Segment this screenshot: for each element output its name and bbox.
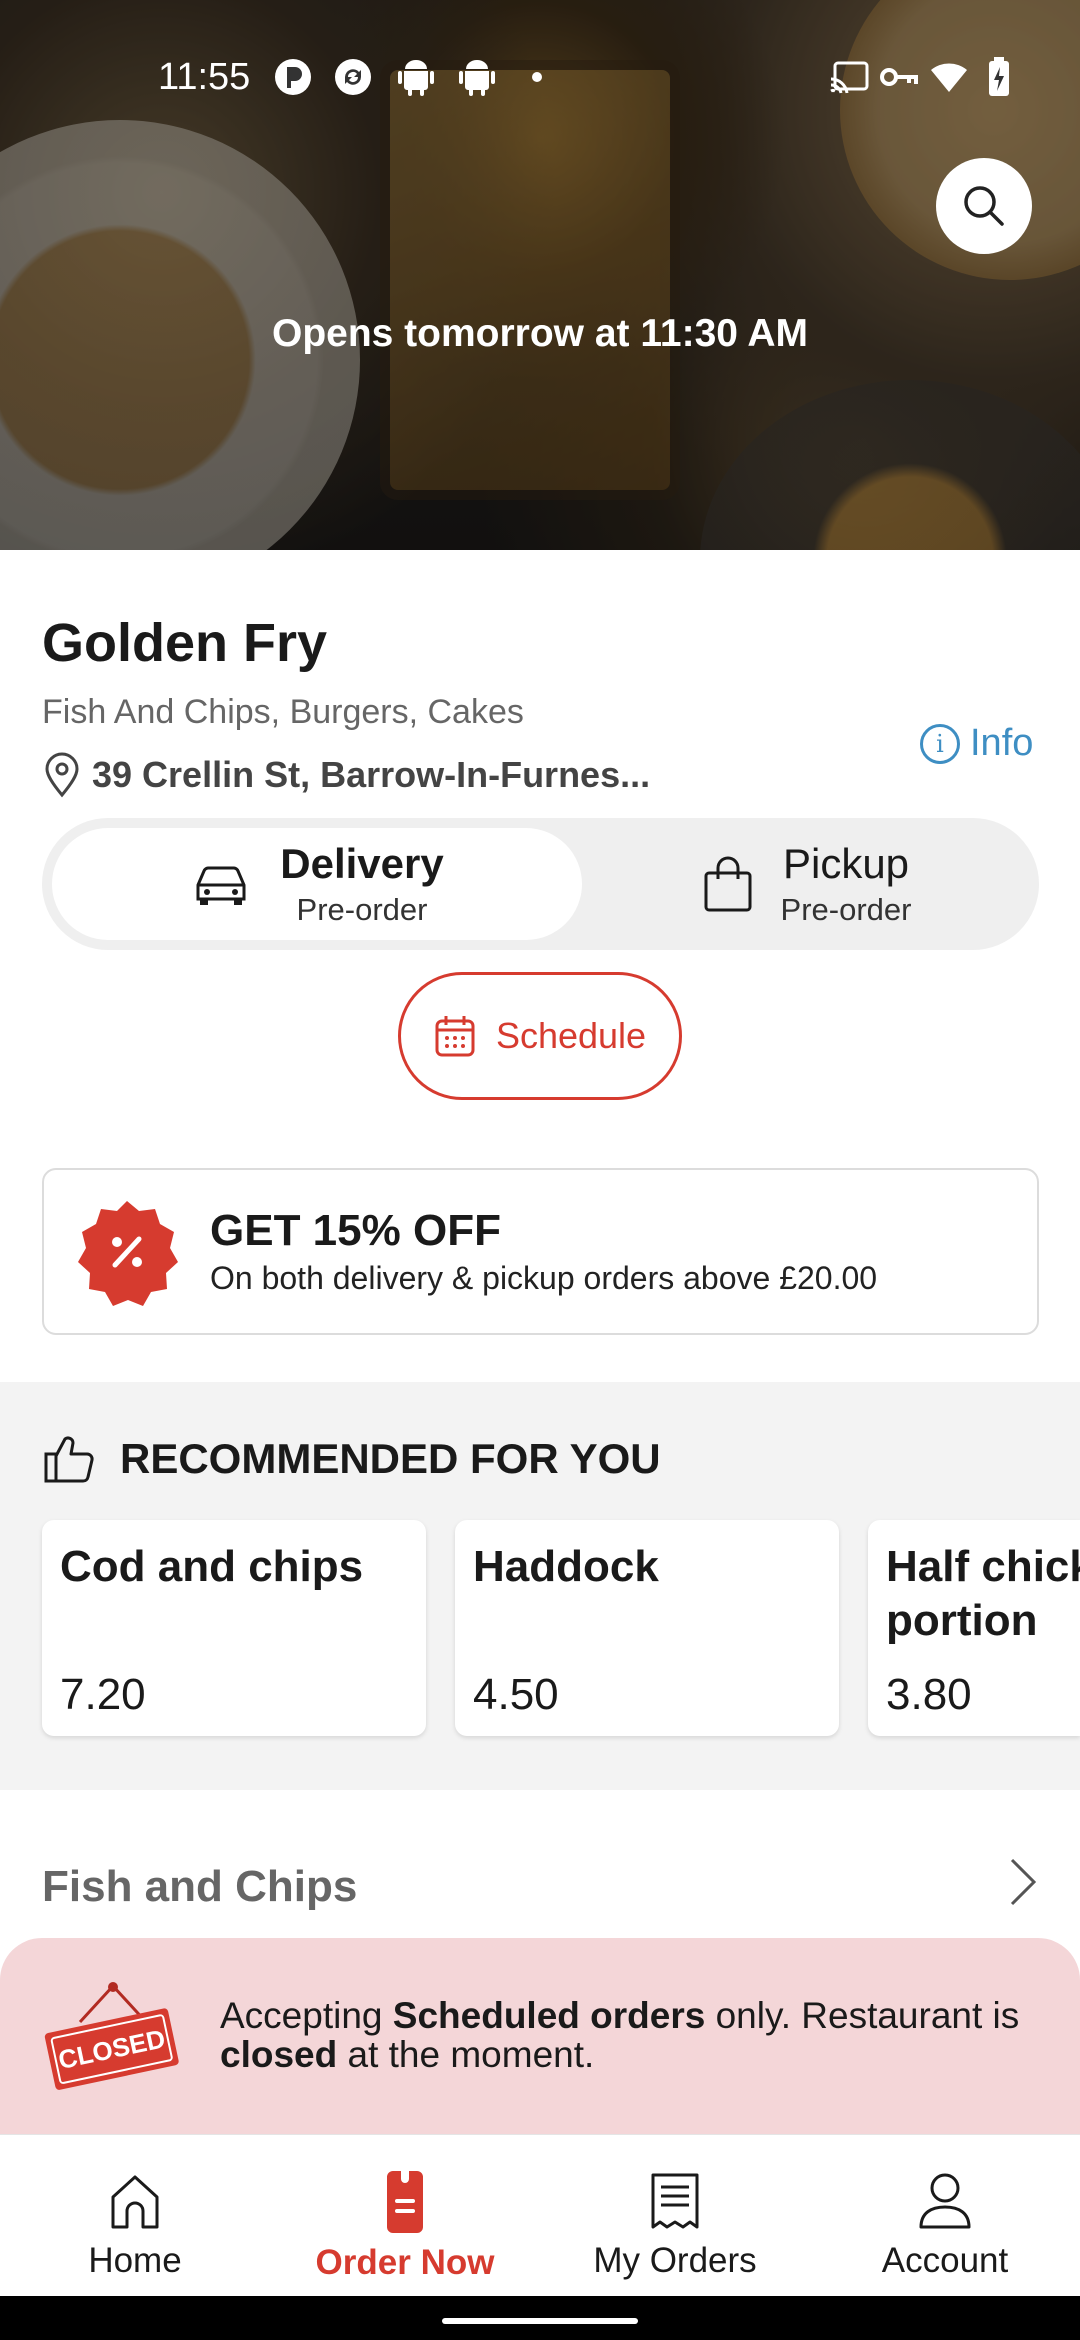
item-name: Half chicken portion <box>886 1542 1080 1645</box>
recommended-item-card[interactable]: Haddock 4.50 <box>455 1520 839 1736</box>
restaurant-name: Golden Fry <box>42 613 328 673</box>
nav-label: My Orders <box>593 2241 757 2280</box>
vpn-key-icon <box>878 56 920 98</box>
info-button[interactable]: i Info <box>920 722 1033 765</box>
recommended-item-card[interactable]: Half chicken portion 3.80 <box>868 1520 1080 1736</box>
home-indicator[interactable] <box>442 2318 638 2324</box>
nav-my-orders[interactable]: My Orders <box>540 2135 810 2297</box>
home-icon <box>111 2175 159 2229</box>
nav-order-now[interactable]: Order Now <box>270 2135 540 2297</box>
closed-message-text: Accepting <box>220 1995 393 2036</box>
item-price: 7.20 <box>60 1670 146 1719</box>
closed-message-text: only. Restaurant is <box>705 1995 1020 2036</box>
calendar-icon <box>435 1016 475 1057</box>
closed-message-bold: closed <box>220 2034 338 2075</box>
recommended-item-card[interactable]: Cod and chips 7.20 <box>42 1520 426 1736</box>
search-button[interactable] <box>936 158 1032 254</box>
item-price: 3.80 <box>886 1670 972 1719</box>
status-time: 11:55 <box>158 56 251 98</box>
car-icon <box>196 866 246 905</box>
notification-icon <box>272 56 314 98</box>
closed-sign-icon: CLOSED <box>38 1980 188 2105</box>
recommended-title: RECOMMENDED FOR YOU <box>120 1435 661 1482</box>
gesture-bar <box>0 2296 1080 2340</box>
schedule-label: Schedule <box>495 1015 647 1056</box>
wifi-icon <box>928 56 970 98</box>
person-icon <box>919 2173 971 2229</box>
schedule-button[interactable]: Schedule <box>398 972 682 1100</box>
status-bar: 11:55 <box>0 38 1080 118</box>
search-icon <box>964 186 1004 226</box>
delivery-sublabel: Pre-order <box>296 892 428 927</box>
nav-label: Order Now <box>315 2243 495 2282</box>
discount-badge-icon <box>72 1197 182 1307</box>
nav-label: Home <box>88 2241 182 2280</box>
item-name: Cod and chips <box>60 1542 364 1591</box>
android-icon <box>456 56 498 98</box>
nav-account[interactable]: Account <box>810 2135 1080 2297</box>
pickup-option[interactable]: Pickup Pre-order <box>582 828 1032 940</box>
pickup-label: Pickup <box>782 840 910 887</box>
sync-icon <box>332 56 374 98</box>
item-price: 4.50 <box>473 1670 559 1719</box>
info-label: Info <box>970 722 1034 764</box>
recommended-section: RECOMMENDED FOR YOU Cod and chips 7.20 H… <box>0 1382 1080 1790</box>
battery-charging-icon <box>978 56 1020 98</box>
nav-label: Account <box>881 2241 1009 2280</box>
closed-message: Accepting Scheduled orders only. Restaur… <box>220 1996 1040 2074</box>
delivery-label: Delivery <box>280 840 444 887</box>
offer-card[interactable]: GET 15% OFF On both delivery & pickup or… <box>42 1168 1039 1335</box>
dot-icon <box>516 56 558 98</box>
pickup-sublabel: Pre-order <box>780 892 912 927</box>
restaurant-address[interactable]: 39 Crellin St, Barrow-In-Furnes... <box>42 752 650 798</box>
nav-home[interactable]: Home <box>0 2135 270 2297</box>
recommended-header: RECOMMENDED FOR YOU <box>42 1434 661 1484</box>
thumbs-up-icon <box>44 1436 94 1483</box>
menu-section-title[interactable]: Fish and Chips <box>42 1862 357 1912</box>
opening-status-text: Opens tomorrow at 11:30 AM <box>271 312 808 355</box>
shopping-bag-icon <box>704 856 752 912</box>
cast-icon <box>828 56 870 98</box>
closed-banner: CLOSED Accepting Scheduled orders only. … <box>0 1938 1080 2134</box>
delivery-option[interactable]: Delivery Pre-order <box>52 828 582 940</box>
location-pin-icon <box>45 752 79 798</box>
address-text: 39 Crellin St, Barrow-In-Furnes... <box>92 754 651 795</box>
item-name: Haddock <box>473 1542 659 1591</box>
bottom-navigation: Home Order Now My Orders Account <box>0 2134 1080 2296</box>
info-icon: i <box>920 723 960 764</box>
closed-message-bold: Scheduled orders <box>392 1995 706 2036</box>
order-mode-toggle: Delivery Pre-order Pickup Pre-order <box>42 818 1039 950</box>
offer-subtitle: On both delivery & pickup orders above £… <box>210 1260 878 1296</box>
hero-banner: 11:55 Opens tomorrow at 11:30 AM <box>0 0 1080 550</box>
closed-message-text: at the moment. <box>337 2034 595 2075</box>
order-now-icon <box>387 2171 423 2233</box>
chevron-right-icon[interactable] <box>1004 1856 1040 1913</box>
offer-title: GET 15% OFF <box>210 1206 501 1255</box>
restaurant-cuisine: Fish And Chips, Burgers, Cakes <box>42 693 524 731</box>
android-icon <box>395 56 437 98</box>
receipt-icon <box>651 2173 699 2229</box>
